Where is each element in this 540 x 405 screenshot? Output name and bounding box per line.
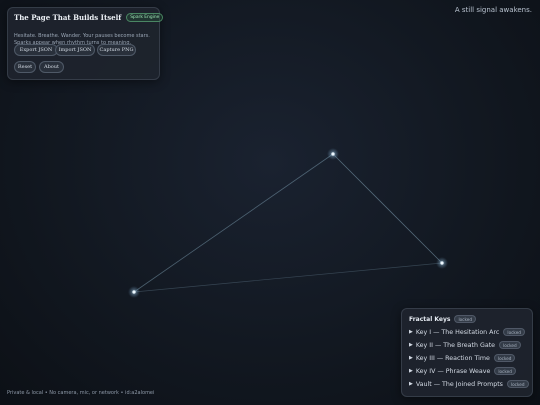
key-label: Key IV — Phrase Weave [415, 367, 491, 375]
keys-header: Fractal Keys locked [409, 315, 476, 323]
key-item-phrase-weave[interactable]: ▶ Key IV — Phrase Weave locked [409, 367, 516, 375]
capture-png-button[interactable]: Capture PNG [97, 44, 136, 56]
page-title: The Page That Builds Itself [14, 13, 122, 22]
panel-header: The Page That Builds Itself Spark Engine [14, 13, 164, 22]
key-label: Key II — The Breath Gate [415, 341, 496, 349]
privacy-footer: Private & local • No camera, mic, or net… [7, 390, 155, 396]
key-item-vault[interactable]: ▶ Vault — The Joined Prompts locked [409, 380, 529, 388]
disclosure-triangle-icon: ▶ [409, 342, 413, 348]
locked-badge: locked [503, 328, 525, 336]
locked-badge: locked [493, 354, 516, 362]
control-panel: The Page That Builds Itself Spark Engine… [7, 7, 164, 80]
star[interactable] [327, 148, 339, 160]
key-item-breath-gate[interactable]: ▶ Key II — The Breath Gate locked [409, 341, 521, 349]
spark-engine-badge: Spark Engine [126, 13, 164, 22]
star[interactable] [128, 286, 140, 298]
import-json-button[interactable]: Import JSON [55, 44, 95, 56]
disclosure-triangle-icon: ▶ [409, 381, 413, 387]
reset-button[interactable]: Reset [14, 61, 36, 73]
fractal-keys-panel: Fractal Keys locked ▶ Key I — The Hesita… [401, 308, 533, 397]
disclosure-triangle-icon: ▶ [409, 368, 413, 374]
key-label: Vault — The Joined Prompts [415, 380, 503, 388]
locked-badge: locked [506, 380, 529, 388]
status-text: A still signal awakens. [454, 6, 532, 14]
constellation-link [133, 262, 443, 293]
constellation-link [332, 153, 443, 264]
key-label: Key III — Reaction Time [415, 354, 490, 362]
locked-badge: locked [494, 367, 516, 375]
disclosure-triangle-icon: ▶ [409, 329, 413, 335]
locked-badge: locked [499, 341, 521, 349]
key-item-reaction-time[interactable]: ▶ Key III — Reaction Time locked [409, 354, 516, 362]
disclosure-triangle-icon: ▶ [409, 355, 413, 361]
constellation-link [133, 153, 334, 293]
locked-badge: locked [454, 315, 476, 323]
keys-title: Fractal Keys [409, 315, 451, 323]
key-label: Key I — The Hesitation Arc [415, 328, 500, 336]
export-json-button[interactable]: Export JSON [14, 44, 58, 56]
key-item-hesitation-arc[interactable]: ▶ Key I — The Hesitation Arc locked [409, 328, 525, 336]
about-button[interactable]: About [39, 61, 64, 73]
star[interactable] [436, 257, 448, 269]
